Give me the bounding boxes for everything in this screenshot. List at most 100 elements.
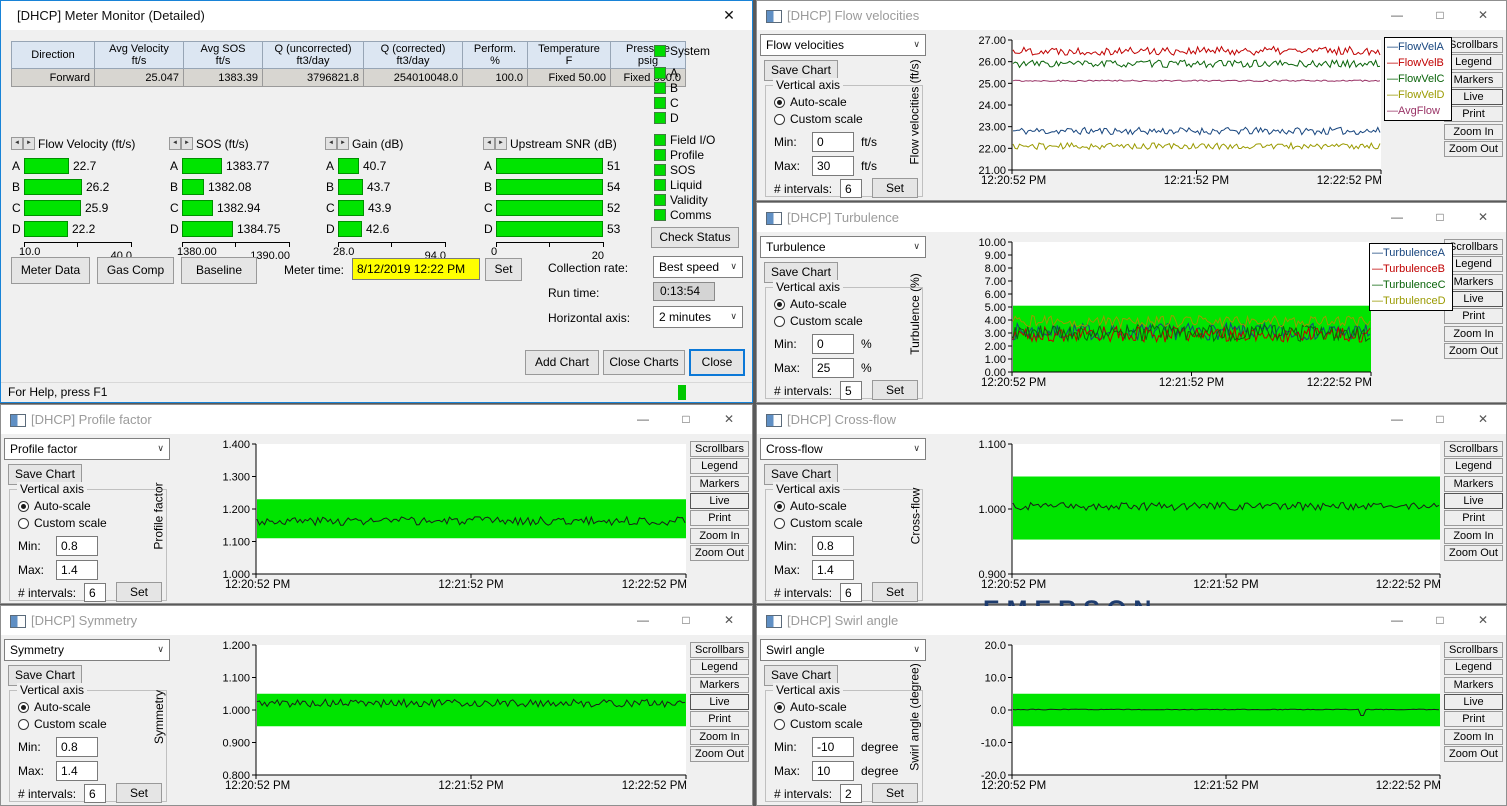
- scrollbars-button[interactable]: Scrollbars: [1444, 37, 1503, 53]
- collection-rate-combo[interactable]: Best speed ∨: [653, 256, 743, 278]
- min-input[interactable]: [56, 536, 98, 556]
- chart-select-combo[interactable]: Turbulence∨: [760, 236, 926, 258]
- chart-select-combo[interactable]: Symmetry∨: [4, 639, 170, 661]
- spin-right-icon[interactable]: ►: [495, 137, 507, 150]
- close-button[interactable]: Close: [689, 349, 745, 376]
- minimize-icon[interactable]: —: [1376, 203, 1418, 231]
- check-status-button[interactable]: Check Status: [651, 227, 739, 248]
- gas-comp-button[interactable]: Gas Comp: [97, 257, 174, 284]
- spin-left-icon[interactable]: ◄: [11, 137, 23, 150]
- live-button[interactable]: Live: [1444, 89, 1503, 105]
- zoom-in-button[interactable]: Zoom In: [1444, 326, 1503, 342]
- min-input[interactable]: [812, 536, 854, 556]
- close-icon[interactable]: ✕: [1462, 203, 1504, 231]
- zoom-out-button[interactable]: Zoom Out: [1444, 141, 1503, 157]
- minimize-icon[interactable]: —: [622, 405, 664, 433]
- close-icon[interactable]: ✕: [1462, 606, 1504, 634]
- minimize-icon[interactable]: —: [1376, 606, 1418, 634]
- live-button[interactable]: Live: [1444, 493, 1503, 509]
- zoom-out-button[interactable]: Zoom Out: [1444, 343, 1503, 359]
- radio-custom-scale[interactable]: [774, 518, 785, 529]
- set-meter-time-button[interactable]: Set: [485, 258, 522, 281]
- radio-auto-scale[interactable]: [18, 501, 29, 512]
- print-button[interactable]: Print: [1444, 106, 1503, 122]
- print-button[interactable]: Print: [1444, 711, 1503, 727]
- zoom-in-button[interactable]: Zoom In: [1444, 124, 1503, 140]
- live-button[interactable]: Live: [690, 694, 749, 710]
- baseline-button[interactable]: Baseline: [181, 257, 257, 284]
- spin-right-icon[interactable]: ►: [23, 137, 35, 150]
- radio-auto-scale[interactable]: [774, 97, 785, 108]
- radio-auto-scale[interactable]: [774, 501, 785, 512]
- zoom-out-button[interactable]: Zoom Out: [690, 545, 749, 561]
- live-button[interactable]: Live: [1444, 694, 1503, 710]
- chart-select-combo[interactable]: Flow velocities∨: [760, 34, 926, 56]
- close-icon[interactable]: ✕: [708, 1, 750, 29]
- markers-button[interactable]: Markers: [1444, 476, 1503, 492]
- maximize-icon[interactable]: □: [665, 606, 707, 634]
- spin-left-icon[interactable]: ◄: [325, 137, 337, 150]
- radio-custom-scale[interactable]: [774, 719, 785, 730]
- zoom-in-button[interactable]: Zoom In: [1444, 528, 1503, 544]
- intervals-input[interactable]: [840, 381, 862, 400]
- maximize-icon[interactable]: □: [1419, 405, 1461, 433]
- chart-select-combo[interactable]: Swirl angle∨: [760, 639, 926, 661]
- max-input[interactable]: [812, 358, 854, 378]
- chart-select-combo[interactable]: Cross-flow∨: [760, 438, 926, 460]
- min-input[interactable]: [812, 334, 854, 354]
- print-button[interactable]: Print: [1444, 510, 1503, 526]
- maximize-icon[interactable]: □: [665, 405, 707, 433]
- max-input[interactable]: [812, 156, 854, 176]
- intervals-input[interactable]: [840, 784, 862, 803]
- intervals-input[interactable]: [84, 784, 106, 803]
- maximize-icon[interactable]: □: [1419, 606, 1461, 634]
- scrollbars-button[interactable]: Scrollbars: [1444, 642, 1503, 658]
- radio-custom-scale[interactable]: [774, 114, 785, 125]
- close-charts-button[interactable]: Close Charts: [603, 350, 685, 375]
- spin-right-icon[interactable]: ►: [181, 137, 193, 150]
- radio-auto-scale[interactable]: [774, 299, 785, 310]
- zoom-in-button[interactable]: Zoom In: [1444, 729, 1503, 745]
- radio-auto-scale[interactable]: [18, 702, 29, 713]
- minimize-icon[interactable]: —: [1376, 1, 1418, 29]
- markers-button[interactable]: Markers: [690, 476, 749, 492]
- legend-button[interactable]: Legend: [1444, 458, 1503, 474]
- spin-left-icon[interactable]: ◄: [169, 137, 181, 150]
- max-input[interactable]: [812, 761, 854, 781]
- legend-button[interactable]: Legend: [1444, 659, 1503, 675]
- horizontal-axis-combo[interactable]: 2 minutes ∨: [653, 306, 743, 328]
- close-icon[interactable]: ✕: [708, 405, 750, 433]
- maximize-icon[interactable]: □: [1419, 203, 1461, 231]
- chart-select-combo[interactable]: Profile factor∨: [4, 438, 170, 460]
- scrollbars-button[interactable]: Scrollbars: [1444, 441, 1503, 457]
- zoom-out-button[interactable]: Zoom Out: [1444, 746, 1503, 762]
- radio-custom-scale[interactable]: [18, 518, 29, 529]
- zoom-in-button[interactable]: Zoom In: [690, 729, 749, 745]
- scrollbars-button[interactable]: Scrollbars: [690, 441, 749, 457]
- legend-button[interactable]: Legend: [690, 458, 749, 474]
- maximize-icon[interactable]: □: [1419, 1, 1461, 29]
- meter-data-button[interactable]: Meter Data: [11, 257, 90, 284]
- zoom-in-button[interactable]: Zoom In: [690, 528, 749, 544]
- markers-button[interactable]: Markers: [690, 677, 749, 693]
- legend-button[interactable]: Legend: [1444, 54, 1503, 70]
- legend-button[interactable]: Legend: [690, 659, 749, 675]
- max-input[interactable]: [56, 560, 98, 580]
- min-input[interactable]: [812, 737, 854, 757]
- add-chart-button[interactable]: Add Chart: [525, 350, 599, 375]
- live-button[interactable]: Live: [690, 493, 749, 509]
- radio-auto-scale[interactable]: [774, 702, 785, 713]
- radio-custom-scale[interactable]: [18, 719, 29, 730]
- max-input[interactable]: [56, 761, 98, 781]
- markers-button[interactable]: Markers: [1444, 72, 1503, 88]
- min-input[interactable]: [812, 132, 854, 152]
- intervals-input[interactable]: [840, 583, 862, 602]
- spin-right-icon[interactable]: ►: [337, 137, 349, 150]
- zoom-out-button[interactable]: Zoom Out: [690, 746, 749, 762]
- print-button[interactable]: Print: [690, 711, 749, 727]
- print-button[interactable]: Print: [690, 510, 749, 526]
- zoom-out-button[interactable]: Zoom Out: [1444, 545, 1503, 561]
- max-input[interactable]: [812, 560, 854, 580]
- minimize-icon[interactable]: —: [622, 606, 664, 634]
- close-icon[interactable]: ✕: [708, 606, 750, 634]
